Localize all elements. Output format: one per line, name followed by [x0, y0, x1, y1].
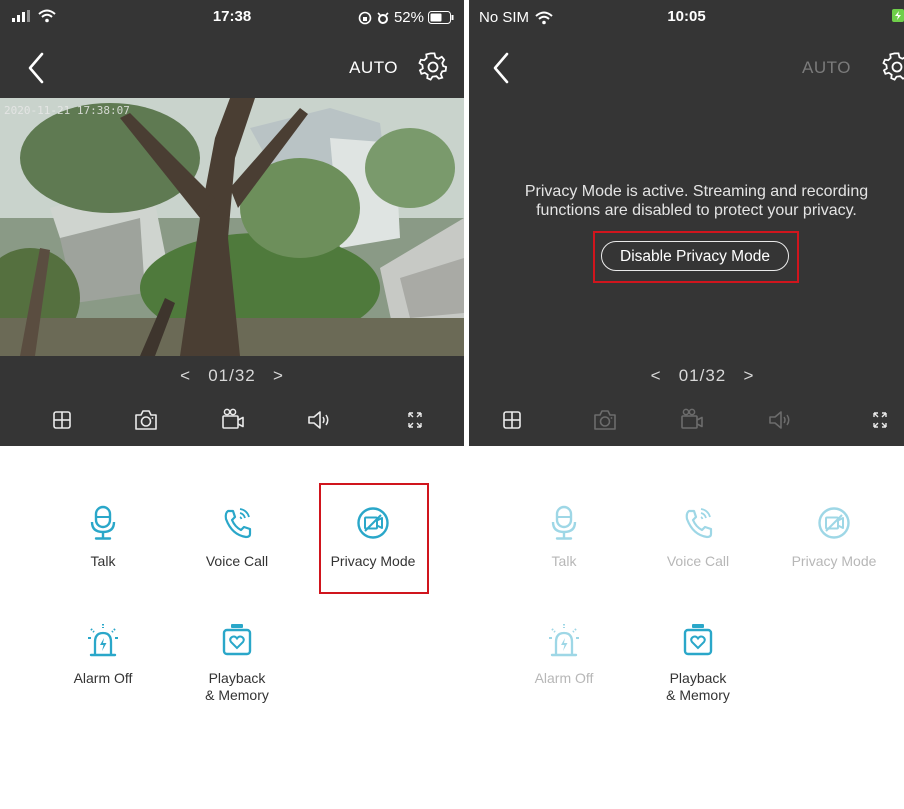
alarm-off-button[interactable]: Alarm Off	[43, 622, 163, 687]
voice-call-label: Voice Call	[205, 553, 269, 569]
speaker-icon[interactable]	[304, 406, 334, 434]
playback-memory-label: Playback & Memory	[205, 670, 269, 703]
live-video-feed[interactable]: 2020-11-21 17:38:07	[0, 98, 464, 356]
channel-pager: < 01/32 >	[0, 366, 464, 386]
next-channel-button[interactable]: >	[743, 366, 754, 385]
settings-gear-icon[interactable]	[418, 52, 448, 82]
privacy-mode-label: Privacy Mode	[791, 553, 877, 569]
privacy-mode-button[interactable]: Privacy Mode	[313, 505, 433, 570]
alarm-off-label: Alarm Off	[534, 670, 594, 686]
status-bar: 17:38 52%	[0, 0, 464, 34]
talk-button[interactable]: Talk	[43, 505, 163, 570]
prev-channel-button[interactable]: <	[180, 366, 191, 385]
video-toolbar	[469, 406, 904, 434]
settings-gear-icon[interactable]	[882, 52, 904, 82]
microphone-icon	[86, 505, 120, 541]
sd-card-icon	[681, 622, 715, 658]
alarm-clock-icon	[377, 11, 389, 24]
privacy-mode-label: Privacy Mode	[330, 553, 416, 569]
video-toolbar	[0, 406, 464, 434]
microphone-icon	[547, 505, 581, 541]
right-phone-screen: No SIM 10:05 AUTO Privacy Mode is active…	[469, 0, 904, 809]
channel-indicator: 01/32	[208, 366, 256, 385]
camera-off-icon	[356, 505, 390, 541]
snapshot-camera-icon	[590, 406, 620, 434]
prev-channel-button[interactable]: <	[651, 366, 662, 385]
record-video-icon	[677, 406, 707, 434]
auto-mode-button[interactable]: AUTO	[349, 58, 398, 78]
alarm-siren-icon	[86, 622, 120, 658]
alarm-off-label: Alarm Off	[73, 670, 133, 686]
battery-percent: 52%	[393, 9, 424, 26]
video-timestamp: 2020-11-21 17:38:07	[4, 104, 130, 117]
battery-charging-icon	[892, 9, 904, 22]
next-channel-button[interactable]: >	[273, 366, 284, 385]
alarm-siren-icon	[547, 622, 581, 658]
voice-call-label: Voice Call	[666, 553, 730, 569]
camera-off-icon	[817, 505, 851, 541]
sd-card-icon	[220, 622, 254, 658]
alarm-off-button: Alarm Off	[504, 622, 624, 687]
left-phone-screen: 17:38 52% AUTO 2020-11-21 17:38:07 < 01/…	[0, 0, 464, 809]
orientation-lock-icon	[358, 11, 372, 24]
playback-memory-button[interactable]: Playback & Memory	[638, 622, 758, 704]
back-button[interactable]	[22, 48, 52, 88]
disable-privacy-mode-button[interactable]: Disable Privacy Mode	[601, 241, 789, 271]
record-video-icon[interactable]	[218, 406, 248, 434]
back-button[interactable]	[487, 48, 517, 88]
nav-bar: AUTO	[0, 40, 464, 96]
grid-layout-icon[interactable]	[497, 406, 527, 434]
talk-label: Talk	[90, 553, 116, 569]
privacy-mode-button: Privacy Mode	[774, 505, 894, 570]
playback-memory-label: Playback & Memory	[666, 670, 730, 703]
talk-label: Talk	[551, 553, 577, 569]
status-time: 10:05	[667, 8, 706, 25]
speaker-icon	[765, 406, 795, 434]
status-bar: No SIM 10:05	[469, 0, 904, 34]
camera-scene-image	[0, 98, 464, 356]
auto-mode-button[interactable]: AUTO	[802, 58, 851, 78]
fullscreen-icon[interactable]	[865, 406, 895, 434]
nav-bar: AUTO	[469, 40, 904, 96]
fullscreen-icon[interactable]	[400, 406, 430, 434]
privacy-mode-message: Privacy Mode is active. Streaming and re…	[524, 183, 869, 219]
battery-icon	[428, 11, 454, 24]
channel-pager: < 01/32 >	[501, 366, 904, 386]
snapshot-camera-icon[interactable]	[131, 406, 161, 434]
playback-memory-button[interactable]: Playback & Memory	[177, 622, 297, 704]
voice-call-button[interactable]: Voice Call	[177, 505, 297, 570]
channel-indicator: 01/32	[678, 366, 727, 385]
phone-call-icon	[220, 505, 254, 541]
phone-call-icon	[681, 505, 715, 541]
voice-call-button: Voice Call	[638, 505, 758, 570]
grid-layout-icon[interactable]	[47, 406, 77, 434]
talk-button: Talk	[504, 505, 624, 570]
